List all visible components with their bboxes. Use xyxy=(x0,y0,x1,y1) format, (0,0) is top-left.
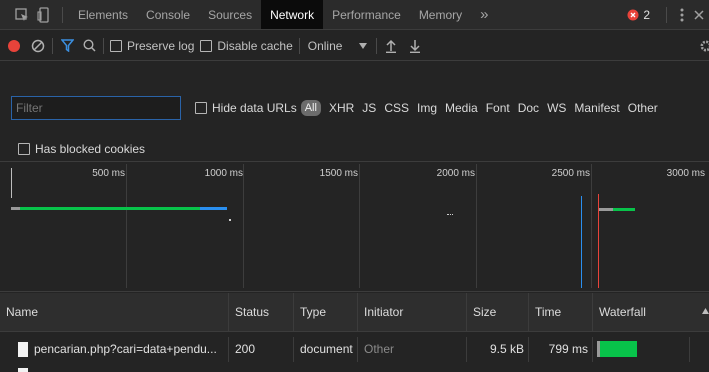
table-row[interactable] xyxy=(0,362,709,372)
has-blocked-cookies-checkbox[interactable] xyxy=(18,142,30,155)
tab-memory[interactable]: Memory xyxy=(410,0,471,29)
tick-label: 3000 ms xyxy=(666,168,705,179)
divider xyxy=(666,6,667,23)
divider xyxy=(52,37,53,54)
overview-window-handle[interactable] xyxy=(11,168,12,198)
request-status: 200 xyxy=(228,337,293,362)
filter-media-button[interactable]: Media xyxy=(445,101,478,115)
preserve-log-checkbox[interactable] xyxy=(110,39,122,52)
tick-label: 1000 ms xyxy=(204,168,243,179)
clear-icon[interactable] xyxy=(30,39,46,53)
requests-table-header: Name Status Type Initiator Size Time Wat… xyxy=(0,293,709,332)
tab-console[interactable]: Console xyxy=(137,0,199,29)
network-toolbar: Preserve log Disable cache Online xyxy=(0,31,709,61)
table-row[interactable]: pencarian.php?cari=data+pendu... 200 doc… xyxy=(0,337,709,362)
tab-network[interactable]: Network xyxy=(261,0,324,29)
divider xyxy=(62,6,63,23)
tab-performance[interactable]: Performance xyxy=(323,0,410,29)
search-icon[interactable] xyxy=(81,39,97,52)
export-har-icon[interactable] xyxy=(407,39,423,53)
overview-dots xyxy=(447,214,453,215)
column-header-time[interactable]: Time xyxy=(528,293,592,332)
overview-request-wait-2 xyxy=(599,208,613,211)
overview-request-bar xyxy=(11,207,200,210)
tab-sources[interactable]: Sources xyxy=(199,0,261,29)
divider xyxy=(298,37,300,54)
filter-other-button[interactable]: Other xyxy=(628,101,658,115)
column-header-waterfall[interactable]: Waterfall xyxy=(592,293,709,332)
devtools-tabbar: Elements Console Sources Network Perform… xyxy=(0,0,709,30)
tab-elements[interactable]: Elements xyxy=(69,0,137,29)
request-type: document xyxy=(293,337,357,362)
error-icon[interactable] xyxy=(626,9,640,21)
dropdown-arrow-icon[interactable] xyxy=(356,42,370,49)
device-toolbar-icon[interactable] xyxy=(34,6,54,23)
request-time: 799 ms xyxy=(528,337,592,362)
blocked-cookies-row: Has blocked cookies xyxy=(0,136,709,162)
grid-line xyxy=(476,164,477,288)
column-header-type[interactable]: Type xyxy=(293,293,357,332)
column-header-size[interactable]: Size xyxy=(466,293,528,332)
filter-img-button[interactable]: Img xyxy=(417,101,437,115)
overview-timeline[interactable]: 500 ms 1000 ms 1500 ms 2000 ms 2500 ms 3… xyxy=(0,164,709,292)
hide-data-urls-label: Hide data URLs xyxy=(212,101,297,115)
grid-line xyxy=(359,164,360,288)
disable-cache-checkbox[interactable] xyxy=(200,39,213,52)
request-name[interactable]: pencarian.php?cari=data+pendu... xyxy=(28,337,228,362)
filter-font-button[interactable]: Font xyxy=(486,101,510,115)
filter-doc-button[interactable]: Doc xyxy=(518,101,539,115)
waterfall-receive-segment xyxy=(600,341,637,357)
throttling-select[interactable]: Online xyxy=(308,39,343,53)
filter-icon[interactable] xyxy=(59,39,75,52)
column-header-status[interactable]: Status xyxy=(228,293,293,332)
dom-content-loaded-line xyxy=(581,196,582,288)
request-size: 9.5 kB xyxy=(466,337,528,362)
grid-line xyxy=(243,164,244,288)
more-tabs-button[interactable]: » xyxy=(471,0,497,29)
tick-label: 1500 ms xyxy=(319,168,358,179)
tick-label: 2500 ms xyxy=(551,168,590,179)
filter-xhr-button[interactable]: XHR xyxy=(329,101,354,115)
tick-label: 500 ms xyxy=(92,168,125,179)
grid-line xyxy=(591,164,592,288)
column-header-name[interactable]: Name xyxy=(0,293,228,332)
disable-cache-label: Disable cache xyxy=(217,38,293,53)
overview-request-tail xyxy=(200,207,227,210)
divider xyxy=(376,37,378,54)
settings-gear-icon[interactable] xyxy=(699,39,709,53)
divider xyxy=(103,37,104,54)
overview-dot xyxy=(229,219,231,221)
filter-row: Hide data URLs All XHR JS CSS Img Media … xyxy=(0,93,709,123)
waterfall-grid-line xyxy=(689,337,690,362)
has-blocked-cookies-label: Has blocked cookies xyxy=(35,141,146,156)
kebab-menu-icon[interactable] xyxy=(673,8,691,22)
request-initiator: Other xyxy=(357,337,466,362)
document-file-icon xyxy=(18,342,28,357)
filter-manifest-button[interactable]: Manifest xyxy=(574,101,619,115)
grid-line xyxy=(126,164,127,288)
overview-request-wait xyxy=(11,207,20,210)
filter-js-button[interactable]: JS xyxy=(362,101,376,115)
sort-arrow-icon[interactable] xyxy=(702,308,709,314)
filter-all-button[interactable]: All xyxy=(300,100,321,116)
document-file-icon xyxy=(18,368,28,372)
hide-data-urls-checkbox[interactable] xyxy=(195,102,207,114)
filter-input[interactable] xyxy=(11,96,181,120)
record-icon[interactable] xyxy=(6,39,22,52)
column-header-initiator[interactable]: Initiator xyxy=(357,293,466,332)
error-count[interactable]: 2 xyxy=(643,8,650,22)
filter-ws-button[interactable]: WS xyxy=(547,101,566,115)
close-icon[interactable] xyxy=(691,9,707,20)
import-har-icon[interactable] xyxy=(383,39,399,53)
preserve-log-label: Preserve log xyxy=(127,38,195,53)
inspect-element-icon[interactable] xyxy=(10,7,34,22)
tick-label: 2000 ms xyxy=(436,168,475,179)
filter-css-button[interactable]: CSS xyxy=(384,101,409,115)
